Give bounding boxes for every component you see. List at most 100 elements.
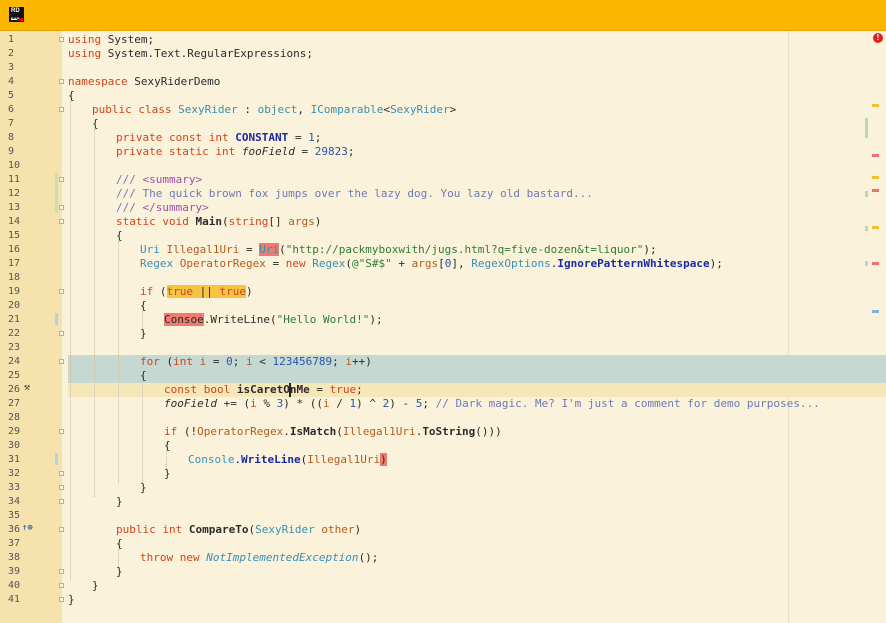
line-number[interactable]: 38 <box>8 551 30 565</box>
line-number[interactable]: 21 <box>8 313 30 327</box>
line-number[interactable]: 33 <box>8 481 30 495</box>
code-line-12[interactable]: /// The quick brown fox jumps over the l… <box>116 187 593 201</box>
code-line-8[interactable]: private const int CONSTANT = 1; <box>116 131 321 145</box>
code-line-25[interactable]: { <box>140 369 147 383</box>
line-number[interactable]: 37 <box>8 537 30 551</box>
code-line-6[interactable]: public class SexyRider : object, ICompar… <box>92 103 456 117</box>
line-number[interactable]: 32 <box>8 467 30 481</box>
line-number[interactable]: 17 <box>8 257 30 271</box>
line-number[interactable]: 2 <box>8 47 30 61</box>
line-number[interactable]: 39 <box>8 565 30 579</box>
warning-marker[interactable] <box>872 104 879 107</box>
line-number[interactable]: 18 <box>8 271 30 285</box>
code-line-37[interactable]: { <box>116 537 123 551</box>
line-number[interactable]: 4 <box>8 75 30 89</box>
implements-icon[interactable]: ↑⊕ <box>22 521 33 535</box>
code-line-2[interactable]: using System.Text.RegularExpressions; <box>68 47 313 61</box>
code-line-31[interactable]: Console.WriteLine(Illegal1Uri) <box>188 453 387 467</box>
info-marker[interactable] <box>872 310 879 313</box>
line-number[interactable]: 1 <box>8 33 30 47</box>
line-number[interactable]: 30 <box>8 439 30 453</box>
fold-marker[interactable] <box>59 177 64 182</box>
line-number[interactable]: 40 <box>8 579 30 593</box>
line-number[interactable]: 27 <box>8 397 30 411</box>
line-number[interactable]: 16 <box>8 243 30 257</box>
change-marker[interactable] <box>55 313 58 325</box>
fold-marker[interactable] <box>59 289 64 294</box>
line-number[interactable]: 28 <box>8 411 30 425</box>
fold-marker[interactable] <box>59 37 64 42</box>
code-line-29[interactable]: if (!OperatorRegex.IsMatch(Illegal1Uri.T… <box>164 425 502 439</box>
line-number[interactable]: 12 <box>8 187 30 201</box>
fold-marker[interactable] <box>59 471 64 476</box>
code-line-5[interactable]: { <box>68 89 75 103</box>
code-line-17[interactable]: Regex OperatorRegex = new Regex(@"S#$" +… <box>140 257 723 271</box>
line-number[interactable]: 22 <box>8 327 30 341</box>
line-number[interactable]: 13 <box>8 201 30 215</box>
code-line-13[interactable]: /// </summary> <box>116 201 209 215</box>
fold-marker[interactable] <box>59 205 64 210</box>
line-number[interactable]: 3 <box>8 61 30 75</box>
code-line-20[interactable]: { <box>140 299 147 313</box>
line-number[interactable]: 19 <box>8 285 30 299</box>
fold-marker[interactable] <box>59 569 64 574</box>
code-line-24[interactable]: for (int i = 0; i < 123456789; i++) <box>140 355 372 369</box>
line-number[interactable]: 34 <box>8 495 30 509</box>
code-line-4[interactable]: namespace SexyRiderDemo <box>68 75 220 89</box>
code-line-34[interactable]: } <box>116 495 123 509</box>
error-marker[interactable] <box>872 154 879 157</box>
line-number[interactable]: 24 <box>8 355 30 369</box>
line-number[interactable]: 9 <box>8 145 30 159</box>
fold-marker[interactable] <box>59 527 64 532</box>
code-line-38[interactable]: throw new NotImplementedException(); <box>140 551 378 565</box>
code-line-32[interactable]: } <box>164 467 171 481</box>
warning-marker[interactable] <box>872 176 879 179</box>
code-line-22[interactable]: } <box>140 327 147 341</box>
error-icon[interactable]: ! <box>873 33 883 43</box>
code-line-40[interactable]: } <box>92 579 99 593</box>
change-marker[interactable] <box>55 453 58 465</box>
fold-marker[interactable] <box>59 597 64 602</box>
code-line-19[interactable]: if (true || true) <box>140 285 253 299</box>
fold-marker[interactable] <box>59 429 64 434</box>
fold-marker[interactable] <box>59 359 64 364</box>
line-number[interactable]: 23 <box>8 341 30 355</box>
change-stripe[interactable] <box>865 226 868 231</box>
code-line-36[interactable]: public int CompareTo(SexyRider other) <box>116 523 361 537</box>
change-marker[interactable] <box>55 173 58 213</box>
fold-marker[interactable] <box>59 583 64 588</box>
change-stripe[interactable] <box>865 118 868 138</box>
change-stripe[interactable] <box>865 191 868 197</box>
code-line-16[interactable]: Uri Illegal1Uri = Uri("http://packmyboxw… <box>140 243 657 257</box>
code-line-41[interactable]: } <box>68 593 75 607</box>
code-line-15[interactable]: { <box>116 229 123 243</box>
warning-marker[interactable] <box>872 226 879 229</box>
line-number[interactable]: 20 <box>8 299 30 313</box>
fold-marker[interactable] <box>59 107 64 112</box>
code-line-27[interactable]: fooField += (i % 3) * ((i / 1) ^ 2) - 5;… <box>164 397 820 411</box>
code-line-1[interactable]: using System; <box>68 33 154 47</box>
code-line-21[interactable]: Consoe.WriteLine("Hello World!"); <box>164 313 383 327</box>
change-stripe[interactable] <box>865 261 868 266</box>
fold-marker[interactable] <box>59 485 64 490</box>
line-number[interactable]: 7 <box>8 117 30 131</box>
code-line-33[interactable]: } <box>140 481 147 495</box>
error-marker[interactable] <box>872 189 879 192</box>
code-line-39[interactable]: } <box>116 565 123 579</box>
code-line-11[interactable]: /// <summary> <box>116 173 202 187</box>
line-number[interactable]: 8 <box>8 131 30 145</box>
code-line-9[interactable]: private static int fooField = 29823; <box>116 145 354 159</box>
line-number[interactable]: 14 <box>8 215 30 229</box>
code-line-7[interactable]: { <box>92 117 99 131</box>
fold-marker[interactable] <box>59 499 64 504</box>
line-number[interactable]: 41 <box>8 593 30 607</box>
rider-logo-icon[interactable]: RD EAP <box>9 7 24 22</box>
code-line-26[interactable]: const bool isCaretOnMe = true; <box>164 383 363 397</box>
line-number[interactable]: 29 <box>8 425 30 439</box>
line-number[interactable]: 5 <box>8 89 30 103</box>
line-number[interactable]: 10 <box>8 159 30 173</box>
hammer-icon[interactable]: ⚒ <box>24 381 30 395</box>
line-number[interactable]: 15 <box>8 229 30 243</box>
code-line-14[interactable]: static void Main(string[] args) <box>116 215 321 229</box>
fold-marker[interactable] <box>59 219 64 224</box>
